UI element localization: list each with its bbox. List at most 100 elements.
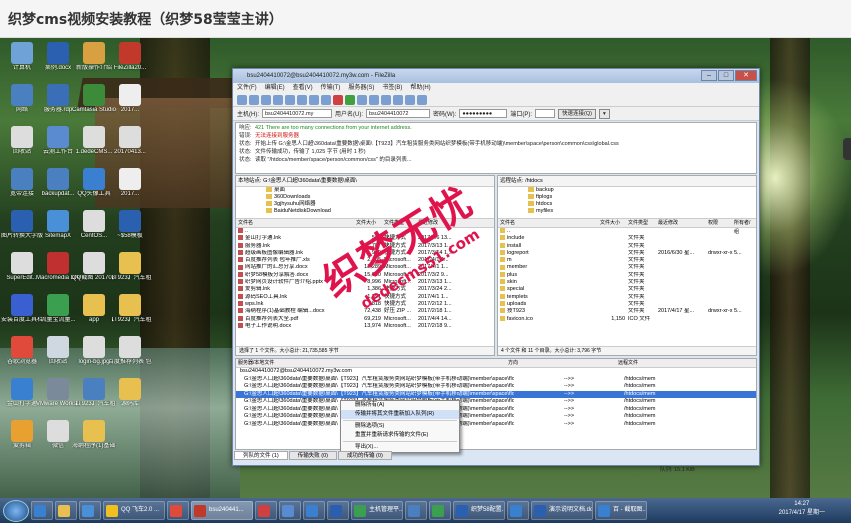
toolbar-icon[interactable] <box>393 95 403 105</box>
local-col-header[interactable]: 文件类型 <box>384 219 418 227</box>
table-row[interactable]: 服务器.lnk 707 快捷方式 2017/3/13 1... <box>236 243 494 250</box>
toolbar-icon[interactable] <box>273 95 283 105</box>
desktop-icon[interactable]: 20170413... <box>108 126 152 156</box>
table-row[interactable]: uploads 文件夹 <box>498 301 756 308</box>
maximize-button[interactable]: □ <box>718 70 734 81</box>
table-row[interactable]: 电子工作说明.docx 13,974 Microsoft... 2017/2/18 9… <box>236 323 494 330</box>
desktop-icon[interactable]: 【T923】汽车租赁... <box>108 252 152 282</box>
queue-tab[interactable]: 成功的传输 (0) <box>338 451 392 460</box>
queue-row[interactable]: G:\金思人口超\360data\重要数据\桌面\【T923】汽车租赁服务类网站… <box>236 413 756 421</box>
desktop-icon[interactable]: 海纳程序(1)基础教程 <box>72 420 116 450</box>
table-row[interactable]: .. <box>498 228 756 235</box>
taskbar-item[interactable] <box>255 501 277 520</box>
port-input[interactable] <box>535 109 555 118</box>
context-menu-item[interactable]: 删除所有(A) <box>341 401 459 410</box>
local-tree-folder[interactable]: 桌面 <box>266 187 494 194</box>
context-menu-item[interactable]: 删除选项(S) <box>341 422 459 431</box>
context-menu-item[interactable]: 传输并将其文件重新加入队列(R) <box>341 410 459 419</box>
queue-tab[interactable]: 传输失败 (0) <box>288 451 338 460</box>
desktop-icon[interactable]: FileZilla20... <box>108 42 152 72</box>
menu-item[interactable]: 传输(T) <box>321 83 341 93</box>
queue-row[interactable]: G:\金思人口超\360data\重要数据\桌面\【T923】汽车租赁服务类网站… <box>236 421 756 429</box>
menu-item[interactable]: 服务器(S) <box>348 83 374 93</box>
taskbar-item[interactable] <box>507 501 529 520</box>
remote-path-input[interactable]: /htdocs <box>525 178 543 184</box>
password-input[interactable]: ●●●●●●●●● <box>459 109 508 118</box>
table-row[interactable]: skin 文件夹 <box>498 279 756 286</box>
menu-item[interactable]: 书签(B) <box>382 83 402 93</box>
taskbar-item[interactable] <box>303 501 325 520</box>
toolbar-icon[interactable] <box>261 95 271 105</box>
remote-col-header[interactable]: 最近修改 <box>658 219 708 227</box>
taskbar-item[interactable] <box>31 501 53 520</box>
table-row[interactable]: logreport 文件夹 2016/6/30 星... drwxr-xr-x 5... <box>498 250 756 257</box>
local-path-input[interactable]: G:\金思人口超\360data\重要数据\桌面\ <box>263 178 357 184</box>
queue-row[interactable]: G:\金思人口超\360data\重要数据\桌面\【T923】汽车租赁服务类网站… <box>236 406 756 414</box>
table-row[interactable]: 超级画板图像编辑器.lnk 909 快捷方式 2017/3/14 1... <box>236 250 494 257</box>
taskbar-item[interactable] <box>405 501 427 520</box>
remote-col-header[interactable]: 文件名 <box>500 219 600 227</box>
queue-row[interactable]: G:\金思人口超\360data\重要数据\桌面\【T923】汽车租赁服务类网站… <box>236 398 756 406</box>
toolbar-icon[interactable] <box>321 95 331 105</box>
queue-col-header[interactable]: 远程文件 <box>618 359 738 367</box>
close-button[interactable]: ✕ <box>735 70 757 81</box>
local-tree-folder[interactable]: BaiduNetdiskDownload <box>266 208 494 215</box>
context-menu-item[interactable]: 重置并重新请求传输的文件(E) <box>341 431 459 440</box>
local-col-header[interactable]: 最近修改 <box>418 219 478 227</box>
toolbar-icon[interactable] <box>333 95 343 105</box>
toolbar-icon[interactable] <box>249 95 259 105</box>
username-input[interactable]: bsu2404410072 <box>366 109 430 118</box>
toolbar-icon[interactable] <box>237 95 247 105</box>
minimize-button[interactable]: – <box>701 70 717 81</box>
desktop-icon[interactable]: ~$58模板 <box>108 210 152 240</box>
menu-item[interactable]: 文件(F) <box>237 83 257 93</box>
toolbar-icon[interactable] <box>381 95 391 105</box>
remote-col-header[interactable]: 权限 <box>708 219 734 227</box>
table-row[interactable]: m 文件夹 <box>498 257 756 264</box>
table-row[interactable]: include 文件夹 <box>498 235 756 242</box>
toolbar-icon[interactable] <box>357 95 367 105</box>
queue-row[interactable]: G:\金思人口超\360data\重要数据\桌面\【T923】汽车租赁服务类网站… <box>236 383 756 391</box>
table-row[interactable]: 源码SEO工具.lnk 1,391 快捷方式 2017/4/1 1... <box>236 294 494 301</box>
taskbar-item[interactable] <box>79 501 101 520</box>
table-row[interactable]: 技T923 文件夹 2017/4/17 星... drwxr-xr-x 5... <box>498 308 756 315</box>
remote-col-header[interactable]: 文件大小 <box>600 219 628 227</box>
desktop-icon[interactable]: 2017... <box>108 168 152 198</box>
taskbar-item[interactable]: bsu240441... <box>191 501 253 520</box>
system-clock[interactable]: 14:27 2017/4/17 星期一 <box>779 500 825 518</box>
table-row[interactable]: wps.lnk 818 快捷方式 2017/2/12 1... <box>236 301 494 308</box>
table-row[interactable]: 织梦网页设计软件广告介绍.pptx 8,996 Microsoft... 2017/3… <box>236 279 494 286</box>
side-scroll-handle[interactable] <box>843 138 851 160</box>
table-row[interactable]: plus 文件夹 <box>498 272 756 279</box>
queue-col-header[interactable]: 方向 <box>508 359 618 367</box>
start-button[interactable] <box>3 499 29 522</box>
table-row[interactable]: templets 文件夹 <box>498 294 756 301</box>
desktop-icon[interactable]: 【T923】汽车租赁服务... <box>108 294 152 324</box>
menu-item[interactable]: 查看(V) <box>293 83 313 93</box>
remote-tree-folder[interactable]: htdocs <box>528 201 756 208</box>
remote-col-header[interactable]: 所有者/组 <box>734 219 754 235</box>
queue-row[interactable]: G:\金思人口超\360data\重要数据\桌面\【T923】汽车租赁服务类网站… <box>236 376 756 384</box>
toolbar-icon[interactable] <box>369 95 379 105</box>
local-col-header[interactable]: 文件名 <box>238 219 356 227</box>
toolbar-icon[interactable] <box>405 95 415 105</box>
desktop-icon[interactable]: 百度推荐列表 包年推广... <box>108 336 152 366</box>
desktop-icon[interactable]: 源码库 <box>108 378 152 408</box>
taskbar-item[interactable]: QQ 飞车2.0 ... <box>103 501 165 520</box>
table-row[interactable]: special 文件夹 <box>498 286 756 293</box>
remote-tree-folder[interactable]: backup <box>528 187 756 194</box>
taskbar-item[interactable]: 织梦58配置... <box>453 501 505 520</box>
queue-tab[interactable]: 列队的文件 (1) <box>234 451 288 460</box>
quickconnect-dropdown[interactable]: ▾ <box>598 108 610 119</box>
table-row[interactable]: install 文件夹 <box>498 243 756 250</box>
taskbar-item[interactable]: 主机管理平... <box>351 501 403 520</box>
table-row[interactable]: .. <box>236 228 494 235</box>
toolbar-icon[interactable] <box>417 95 427 105</box>
queue-row[interactable]: G:\金思人口超\360data\重要数据\桌面\【T923】汽车租赁服务类网站… <box>236 390 756 398</box>
table-row[interactable]: 织梦58模板分享解答.docx 15,020 Microsoft... 2017/3/… <box>236 272 494 279</box>
toolbar-icon[interactable] <box>309 95 319 105</box>
local-col-header[interactable]: 文件大小 <box>356 219 384 227</box>
queue-server-row[interactable]: bsu2404410072@bsu2404410072.my3w.com <box>236 368 756 376</box>
table-row[interactable]: 网站推广的汇总分享.docx 12,289 Microsoft... 2017/4/1… <box>236 264 494 271</box>
menu-item[interactable]: 帮助(H) <box>410 83 430 93</box>
